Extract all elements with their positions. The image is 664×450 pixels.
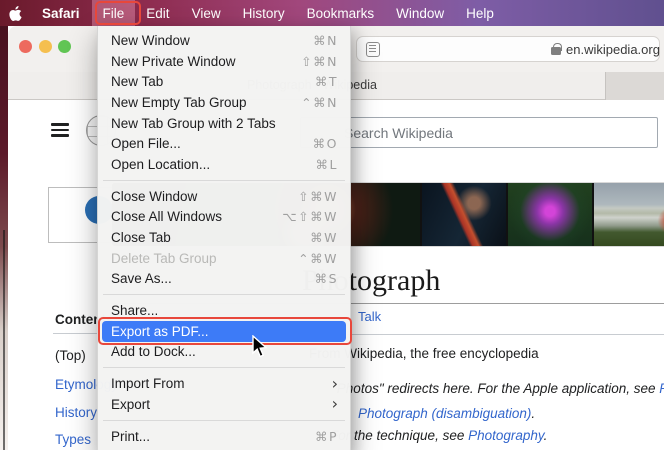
menu-item-print[interactable]: Print... ⌘P [98, 426, 350, 447]
menu-item-save-as[interactable]: Save As... ⌘S [98, 269, 350, 290]
menu-item-import-from[interactable]: Import From › [98, 373, 350, 394]
desktop-wallpaper-strip [0, 26, 8, 450]
menu-item-delete-tab-group: Delete Tab Group ⌃⌘W [111, 250, 338, 266]
banner-photo-4 [594, 183, 664, 246]
menu-item-close-tab[interactable]: Close Tab ⌘W [98, 227, 350, 248]
menubar-item-help[interactable]: Help [455, 0, 505, 26]
photos-app-link[interactable]: Photos (app) [659, 381, 664, 396]
menubar-item-view[interactable]: View [181, 0, 232, 26]
menu-item-new-window[interactable]: New Window ⌘N [98, 30, 350, 51]
close-window-button[interactable] [19, 40, 32, 53]
submenu-chevron-icon: › [331, 394, 338, 414]
hatnote-line-1: "Photos" redirects here. For the Apple a… [332, 381, 664, 396]
file-menu-dropdown: New Window ⌘N New Private Window ⇧⌘N New T… [97, 26, 351, 450]
menu-item-new-private-window[interactable]: New Private Window ⇧⌘N [98, 51, 350, 72]
inactive-tab[interactable] [605, 72, 664, 100]
minimize-window-button[interactable] [39, 40, 52, 53]
hatnote-line-2: Photograph (disambiguation). [358, 406, 536, 421]
menubar-item-edit[interactable]: Edit [135, 0, 180, 26]
menu-item-export-as-pdf[interactable]: Export as PDF... [102, 320, 346, 342]
apple-menu[interactable] [0, 5, 30, 21]
menu-item-open-location[interactable]: Open Location... ⌘L [98, 154, 350, 175]
talk-tab-link[interactable]: Talk [358, 309, 381, 324]
menu-item-new-tab[interactable]: New Tab ⌘T [98, 71, 350, 92]
search-input[interactable]: Search Wikipedia [300, 117, 658, 148]
menu-item-new-tab-group-with-2-tabs[interactable]: New Tab Group with 2 Tabs [98, 113, 350, 134]
toc-item-history[interactable]: History [55, 405, 97, 420]
menu-item-new-empty-tab-group[interactable]: New Empty Tab Group ⌃⌘N [98, 92, 350, 113]
menu-item-export[interactable]: Export › [98, 394, 350, 415]
lock-icon [551, 42, 562, 55]
screenshot-stage: en.wikipedia.org Photograph - Wikipedia … [0, 0, 664, 450]
banner-photo-2 [422, 183, 506, 246]
hatnote-line-3: For the technique, see Photography. [330, 428, 548, 443]
menu-item-close-window[interactable]: Close Window ⇧⌘W [98, 186, 350, 207]
menu-separator [103, 294, 345, 296]
hamburger-menu-icon[interactable] [51, 123, 69, 137]
photography-link[interactable]: Photography [468, 428, 544, 443]
menubar-item-history[interactable]: History [232, 0, 296, 26]
menu-item-add-to-dock[interactable]: Add to Dock... [98, 342, 350, 363]
zoom-window-button[interactable] [58, 40, 71, 53]
menu-item-close-all-windows[interactable]: Close All Windows ⌥⇧⌘W [98, 207, 350, 228]
disambiguation-link[interactable]: Photograph (disambiguation) [358, 406, 531, 421]
toc-item-top[interactable]: (Top) [55, 348, 86, 363]
toc-item-types[interactable]: Types [55, 432, 91, 447]
menubar-item-file[interactable]: File [91, 0, 136, 26]
menubar-item-safari[interactable]: Safari [30, 0, 92, 26]
menu-separator [103, 367, 345, 369]
menubar-item-window[interactable]: Window [385, 0, 455, 26]
menu-separator [103, 419, 345, 421]
submenu-chevron-icon: › [331, 373, 338, 393]
menu-item-share[interactable]: Share... [98, 300, 350, 321]
menubar-item-bookmarks[interactable]: Bookmarks [296, 0, 386, 26]
url-text: en.wikipedia.org [566, 41, 660, 57]
search-placeholder: Search Wikipedia [344, 124, 453, 141]
address-bar[interactable]: en.wikipedia.org [356, 36, 660, 62]
apple-logo-icon [8, 5, 22, 21]
reader-icon[interactable] [366, 41, 380, 57]
menu-separator [103, 179, 345, 181]
menu-item-open-file[interactable]: Open File... ⌘O [98, 133, 350, 154]
banner-photo-3 [508, 183, 592, 246]
menu-bar: Safari File Edit View History Bookmarks … [0, 0, 664, 26]
